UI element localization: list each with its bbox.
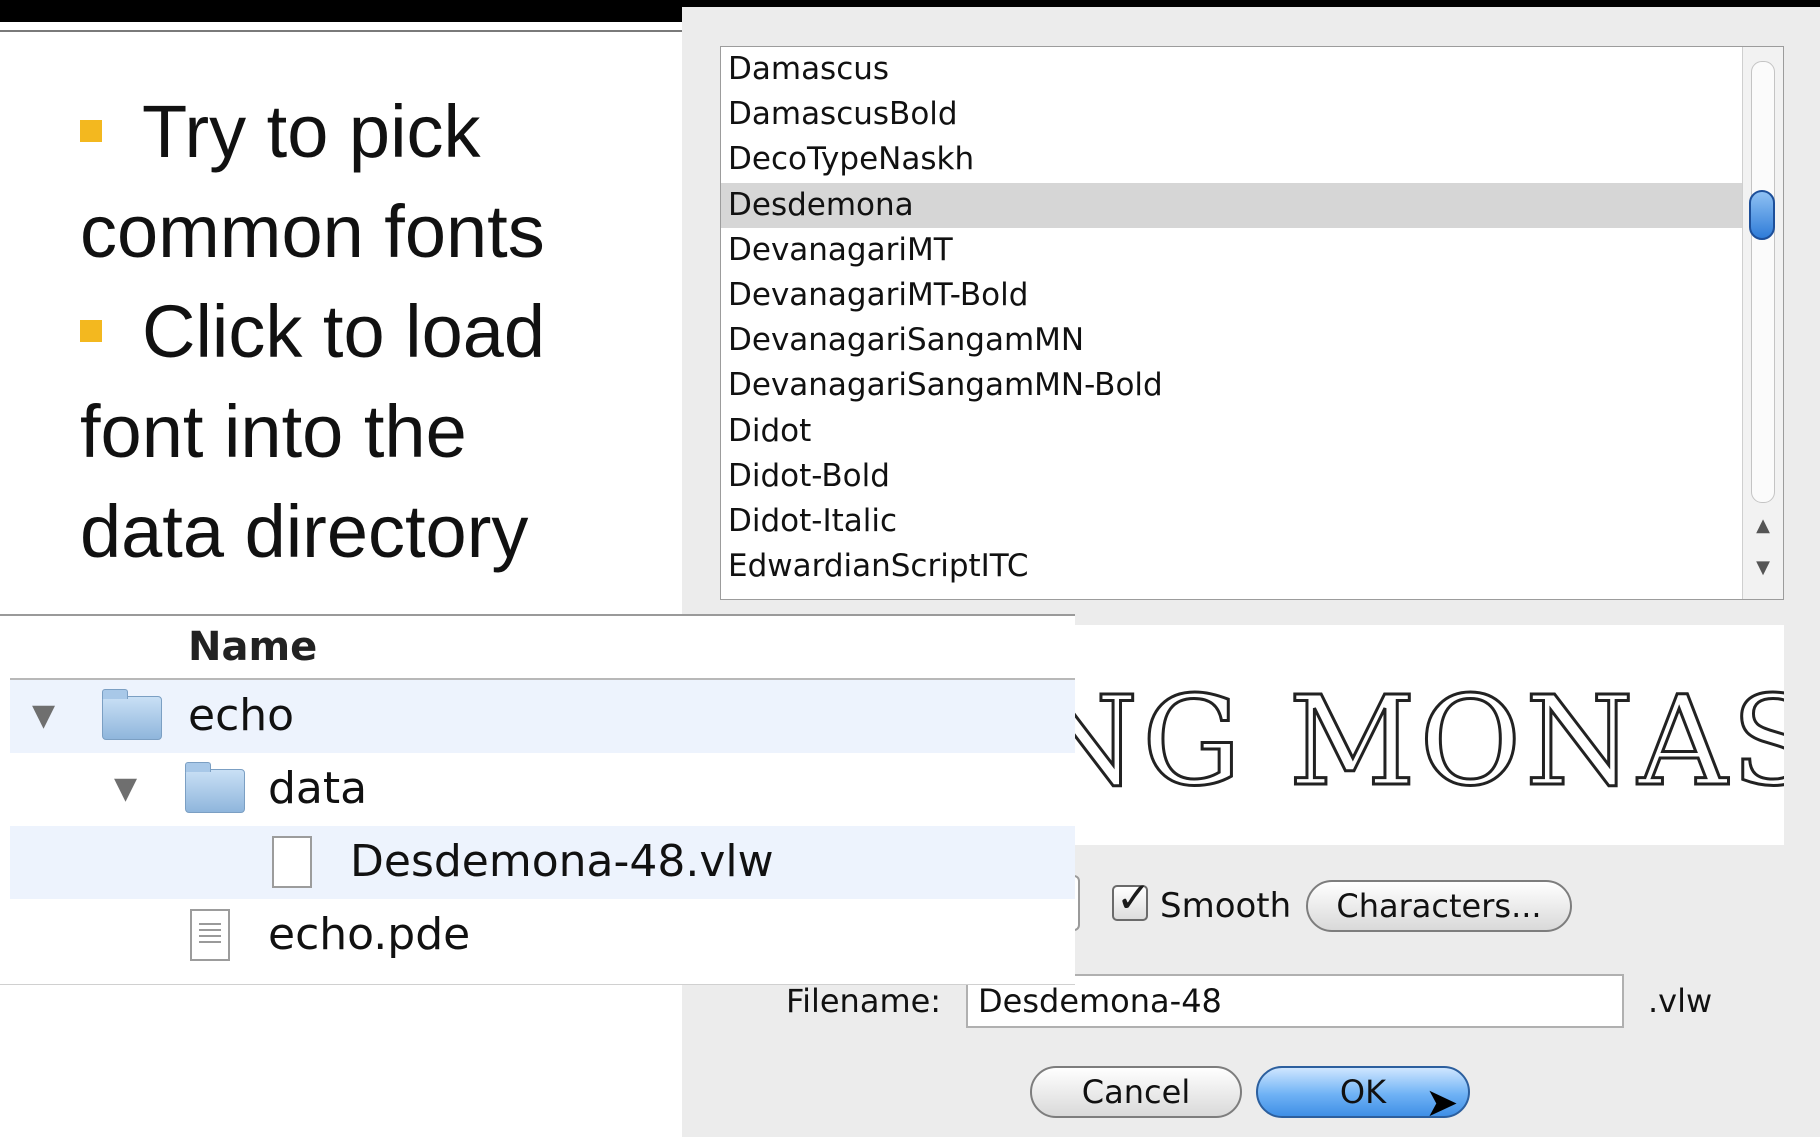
file-row-label: Desdemona-48.vlw <box>350 836 774 887</box>
scroll-down-arrow-icon[interactable]: ▼ <box>1753 559 1773 577</box>
scrollbar-thumb[interactable] <box>1749 190 1775 240</box>
font-list-scrollbar[interactable]: ▲ ▼ <box>1742 47 1783 599</box>
cancel-button[interactable]: Cancel <box>1030 1066 1242 1118</box>
font-list-item[interactable]: DevanagariSangamMN <box>721 318 1783 363</box>
bullet-1-line-2: common fonts <box>80 190 545 273</box>
mouse-pointer-icon: ➤ <box>1425 1080 1459 1126</box>
characters-button[interactable]: Characters... <box>1306 880 1572 932</box>
font-list-item[interactable]: Didot-Italic <box>721 499 1783 544</box>
font-list-item[interactable]: Didot-Bold <box>721 454 1783 499</box>
smooth-label: Smooth <box>1160 886 1292 926</box>
font-list-item[interactable]: EdwardianScriptITC <box>721 544 1783 589</box>
font-list-item-selected[interactable]: Desdemona <box>721 182 1783 228</box>
bullet-2-line-2: font into the <box>80 390 467 473</box>
file-row-label: echo <box>188 690 295 741</box>
disclosure-triangle-icon[interactable]: ▼ <box>32 698 55 733</box>
file-browser: Name ▼ echo ▼ data Desdemona-48.vlw echo… <box>0 614 1075 985</box>
scroll-up-arrow-icon[interactable]: ▲ <box>1753 517 1773 535</box>
folder-icon <box>185 762 245 813</box>
folder-icon <box>102 689 162 740</box>
bullet-1-line-1: Try to pick <box>80 82 690 182</box>
bullet-2-line-1: Click to load <box>80 282 690 382</box>
file-row-label: echo.pde <box>268 909 471 960</box>
checkmark-icon: ✓ <box>1116 873 1152 922</box>
file-icon <box>272 836 312 888</box>
font-list[interactable]: Damascus DamascusBold DecoTypeNaskh Desd… <box>720 46 1784 600</box>
font-list-item[interactable]: DamascusBold <box>721 92 1783 137</box>
text-file-icon <box>190 909 230 961</box>
font-list-item[interactable]: Damascus <box>721 47 1783 92</box>
column-header[interactable]: Name <box>10 616 1075 680</box>
font-list-item[interactable]: Didot <box>721 409 1783 454</box>
scrollbar-track[interactable] <box>1751 61 1775 503</box>
smooth-checkbox[interactable]: ✓ <box>1112 873 1151 922</box>
file-row-label: data <box>268 763 368 814</box>
file-row-data[interactable]: ▼ data <box>10 753 1075 826</box>
bullet-square-icon <box>80 120 102 143</box>
extension-label: .vlw <box>1648 982 1713 1020</box>
file-row-echo[interactable]: ▼ echo <box>10 680 1075 753</box>
file-row-pde[interactable]: echo.pde <box>10 899 1075 972</box>
column-header-name: Name <box>188 624 318 670</box>
font-list-item[interactable]: DevanagariMT-Bold <box>721 273 1783 318</box>
font-list-item[interactable]: DevanagariMT <box>721 228 1783 273</box>
slide-bullets: Try to pick common fonts Click to load f… <box>80 82 690 582</box>
bullet-2-line-3: data directory <box>80 490 529 573</box>
font-list-item[interactable]: DecoTypeNaskh <box>721 137 1783 182</box>
font-list-item[interactable]: DevanagariSangamMN-Bold <box>721 363 1783 408</box>
bullet-square-icon <box>80 320 102 343</box>
file-row-vlw[interactable]: Desdemona-48.vlw <box>10 826 1075 899</box>
filename-label: Filename: <box>786 982 942 1020</box>
disclosure-triangle-icon[interactable]: ▼ <box>114 771 137 806</box>
